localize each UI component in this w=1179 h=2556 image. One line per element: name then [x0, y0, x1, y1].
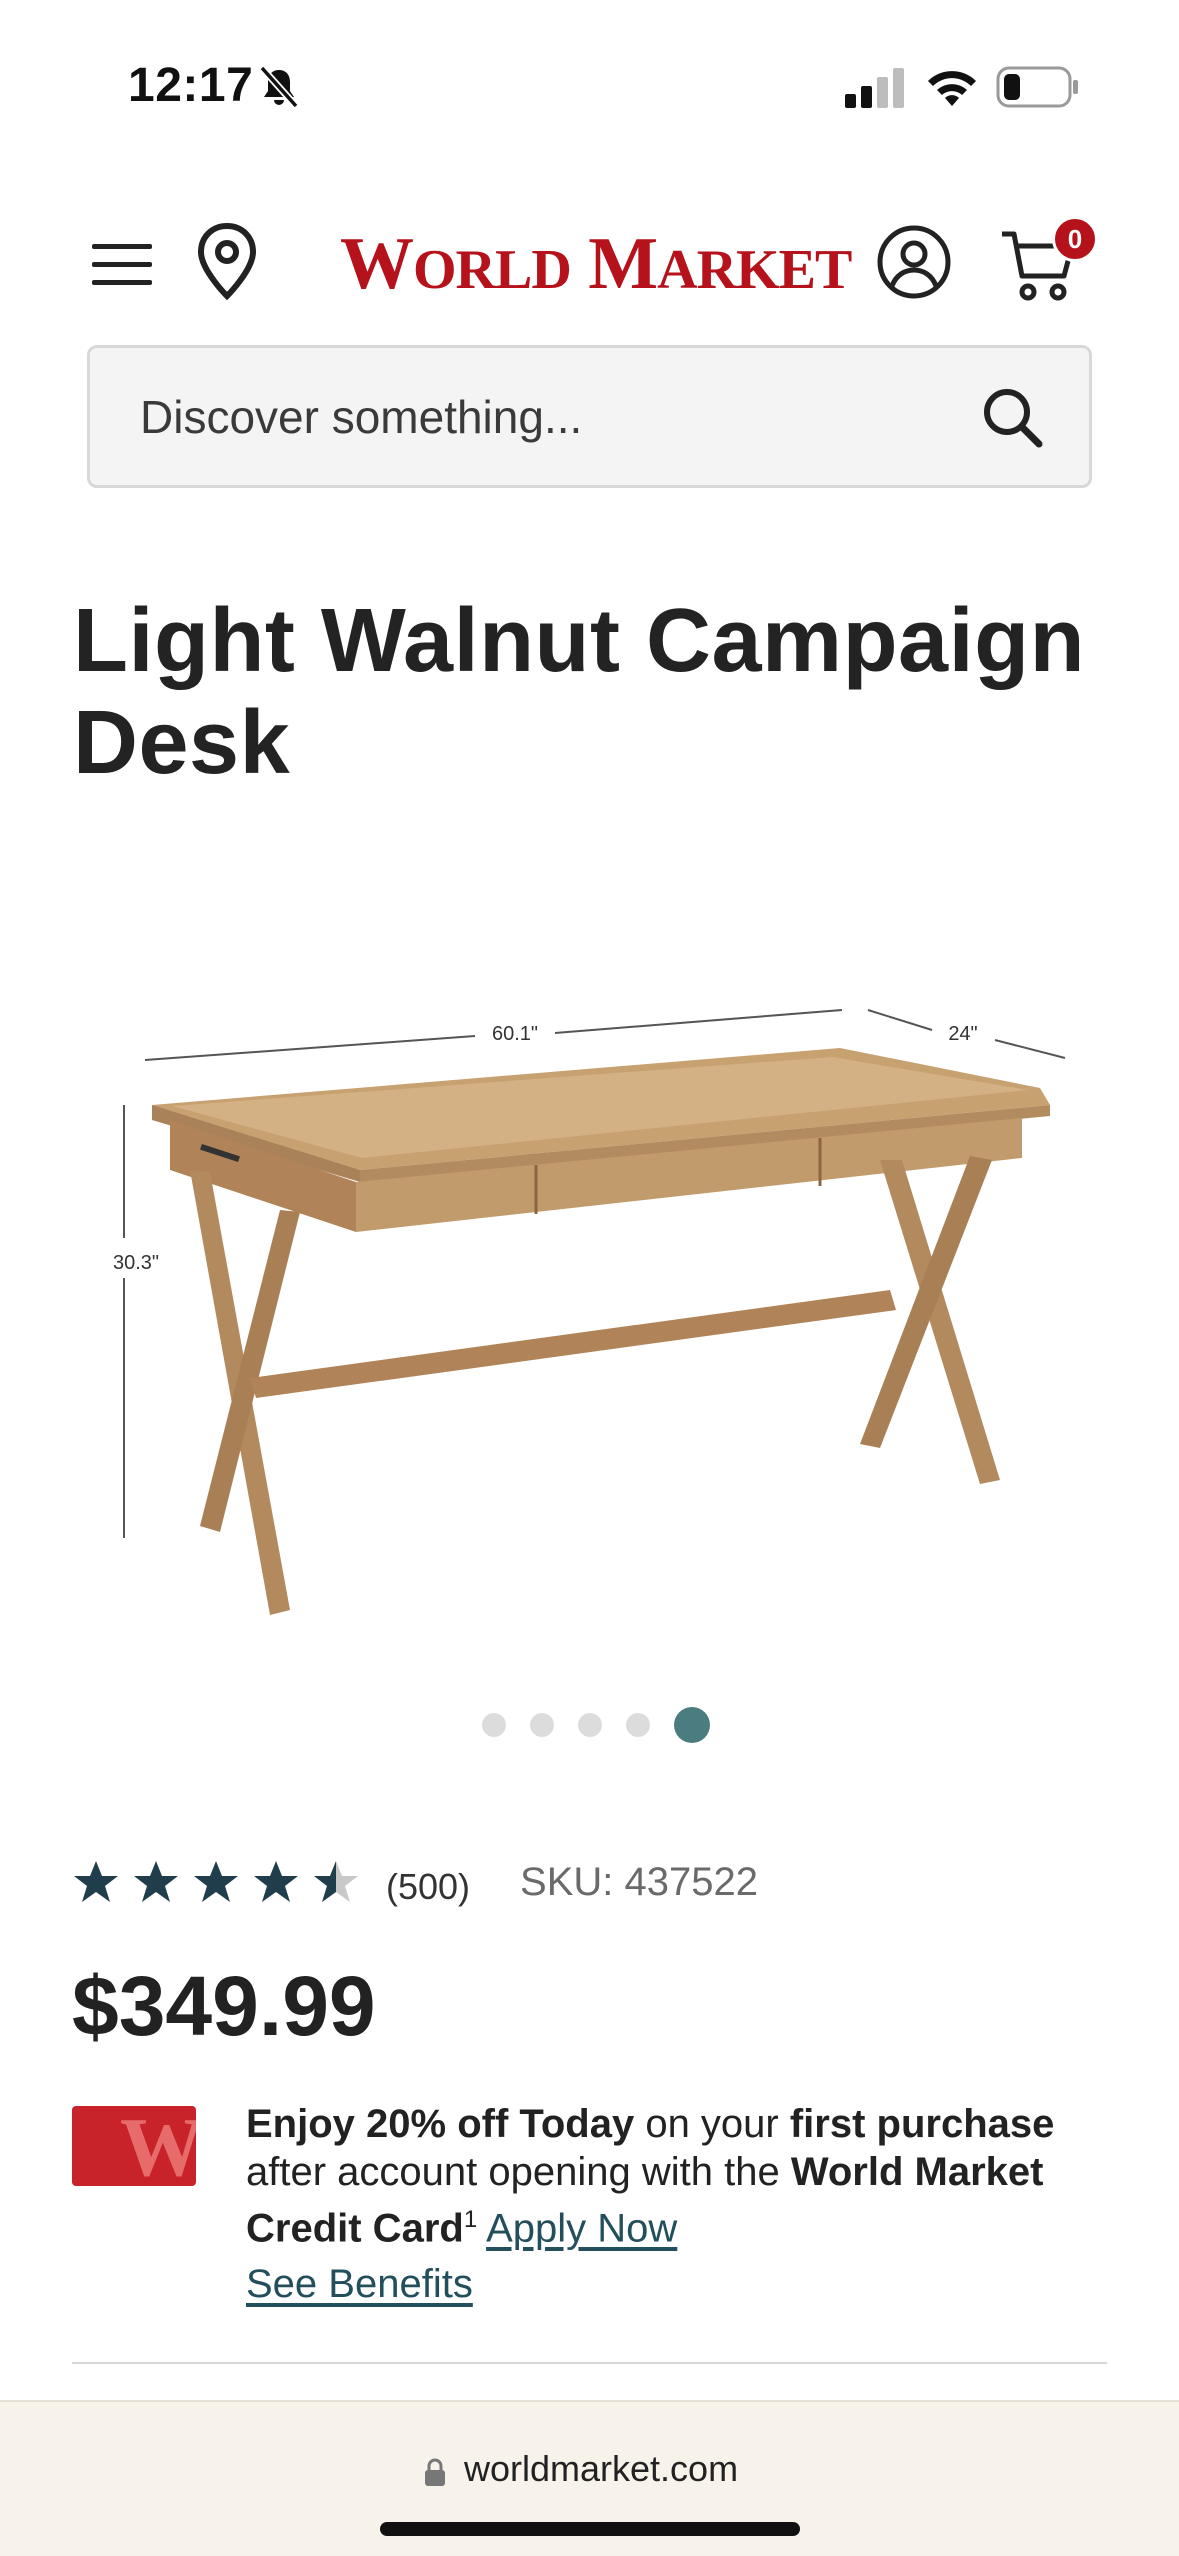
url-text[interactable]: worldmarket.com	[464, 2448, 738, 2490]
carousel-dot[interactable]	[529, 1713, 554, 1737]
browser-address-bar[interactable]: worldmarket.com	[0, 2400, 1179, 2556]
status-bar: 12:17	[0, 0, 1179, 150]
status-time: 12:17	[128, 59, 254, 112]
price: $349.99	[72, 1959, 376, 2053]
carousel-dot[interactable]	[625, 1713, 650, 1737]
promo-text: on your	[634, 2102, 790, 2146]
star-full-icon	[74, 1861, 118, 1902]
search-icon[interactable]	[981, 386, 1045, 450]
hamburger-menu-icon[interactable]	[90, 236, 154, 292]
store-location-icon[interactable]	[194, 222, 260, 302]
carousel-dot[interactable]	[481, 1713, 506, 1737]
site-header: WORLD MARKET 0	[0, 200, 1179, 330]
lock-icon	[425, 2458, 445, 2486]
dimension-height-label: 30.3"	[113, 1252, 159, 1274]
search-input[interactable]	[140, 348, 960, 485]
world-market-logo[interactable]: WORLD MARKET	[340, 222, 852, 305]
product-image[interactable]: 60.1" 24" 30.3"	[90, 960, 1090, 1640]
dimension-depth-label: 24"	[948, 1023, 977, 1045]
promo-text: after account opening with the	[246, 2150, 791, 2194]
promo-offer: Enjoy 20% off Today	[246, 2102, 635, 2146]
battery-icon	[996, 66, 1078, 108]
star-half-icon	[314, 1861, 358, 1902]
divider	[72, 2362, 1107, 2364]
see-benefits-link[interactable]: See Benefits	[246, 2262, 473, 2307]
cellular-signal-icon	[845, 68, 904, 108]
promo-first-purchase: first purchase	[789, 2102, 1055, 2146]
star-full-icon	[134, 1861, 178, 1902]
image-carousel-dots	[0, 1705, 1179, 1745]
carousel-dot-active[interactable]	[673, 1707, 710, 1743]
credit-card-image: W	[72, 2106, 196, 2186]
search-bar	[87, 345, 1092, 488]
dimension-width-label: 60.1"	[492, 1023, 538, 1045]
apply-now-link[interactable]: Apply Now	[486, 2206, 677, 2250]
rating-row[interactable]: (500) SKU: 437522	[72, 1852, 758, 1912]
sku: SKU: 437522	[520, 1859, 758, 1904]
rating-count[interactable]: (500)	[386, 1866, 470, 1908]
carousel-dot[interactable]	[577, 1713, 602, 1737]
star-full-icon	[194, 1861, 238, 1902]
home-indicator[interactable]	[380, 2522, 800, 2536]
wifi-icon	[928, 71, 976, 106]
account-icon[interactable]	[876, 224, 952, 300]
cart-count-badge: 0	[1052, 216, 1098, 262]
promo-footnote: 1	[463, 2206, 478, 2233]
star-full-icon	[254, 1861, 298, 1902]
product-title: Light Walnut Campaign Desk	[73, 591, 1086, 793]
bell-off-icon	[259, 65, 299, 109]
credit-card-promo: Enjoy 20% off Today on your first purcha…	[246, 2100, 1126, 2252]
